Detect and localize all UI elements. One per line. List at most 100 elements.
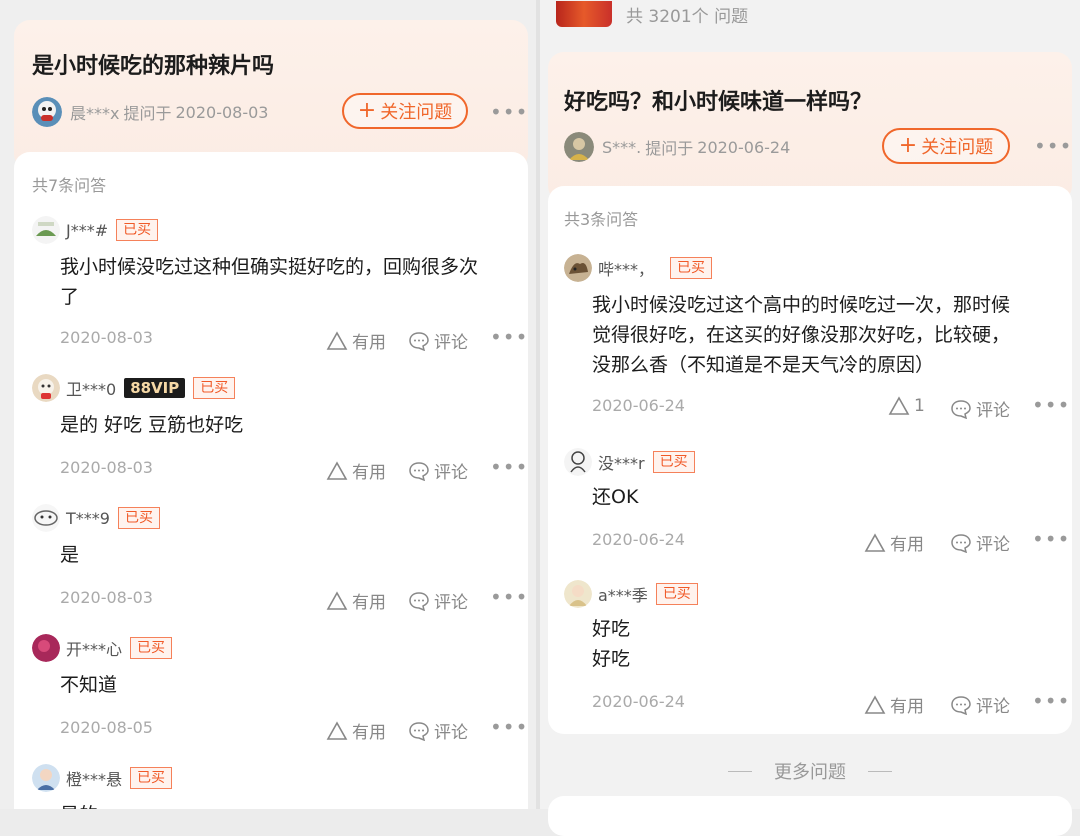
answer-count: 共7条问答 (32, 176, 107, 195)
user-avatar (32, 764, 60, 792)
more-icon[interactable]: ••• (490, 585, 528, 609)
next-question-card (548, 796, 1072, 836)
purchased-badge: 已买 (652, 451, 695, 473)
answer-meta: 2020-08-03 有用 评论 ••• (14, 455, 528, 483)
asker-name: 晨***x (70, 104, 120, 123)
question-title: 是小时候吃的那种辣片吗 (32, 54, 275, 79)
comment-icon (409, 721, 429, 741)
useful-button[interactable]: 有用 (864, 530, 924, 555)
comment-icon (951, 695, 971, 715)
useful-button[interactable]: 有用 (864, 692, 924, 717)
answer-meta: 2020-08-03 有用 评论 ••• (14, 585, 528, 613)
follow-label: 关注问题 (380, 102, 453, 123)
answers-card: 共7条问答 J***# 已买 我小时候没吃过这种但确实挺好吃的，回购很多次 了 … (14, 152, 528, 809)
purchased-badge: 已买 (117, 507, 160, 529)
asked-prefix: 提问于 (645, 139, 694, 158)
thumb-up-triangle-icon (326, 460, 348, 480)
purchased-badge: 已买 (130, 767, 173, 789)
answer-text: 是 (60, 540, 510, 570)
answer-meta: 2020-08-03 有用 评论 ••• (14, 325, 528, 353)
comment-button[interactable]: 评论 (950, 530, 1010, 555)
answer-count: 共3条问答 (564, 210, 639, 229)
more-questions-label: 更多问题 (774, 762, 846, 783)
more-icon[interactable]: ••• (490, 455, 528, 479)
user-avatar (32, 504, 60, 532)
useful-label: 有用 (352, 723, 386, 743)
purchased-badge: 已买 (193, 377, 236, 399)
useful-button[interactable]: 1 (888, 396, 925, 416)
answer-user: T***9 已买 (32, 504, 160, 532)
asker-info: S***. 提问于 2020-06-24 (564, 132, 790, 162)
useful-button[interactable]: 有用 (326, 458, 386, 483)
plus-icon: + (898, 133, 918, 158)
useful-button[interactable]: 有用 (326, 718, 386, 743)
user-name: 哔***， (598, 260, 655, 279)
answer-date: 2020-08-03 (60, 458, 153, 477)
comment-label: 评论 (434, 723, 468, 743)
user-name: 没***r (598, 454, 645, 473)
comment-label: 评论 (976, 535, 1010, 555)
answer-user: 橙***悬 已买 (32, 764, 173, 792)
answer-meta: 2020-06-24 有用 评论 ••• (548, 527, 1072, 555)
answer-user: 没***r 已买 (564, 448, 695, 476)
comment-label: 评论 (434, 463, 468, 483)
follow-question-button[interactable]: + 关注问题 (342, 93, 468, 129)
answer-text-line: 我小时候没吃过这种但确实挺好吃的，回购很多次 (60, 256, 479, 278)
answer-meta: 2020-06-24 1 评论 ••• (548, 393, 1072, 421)
thumb-up-triangle-icon (326, 720, 348, 740)
answer-text: 是的 (60, 800, 510, 809)
comment-icon (951, 533, 971, 553)
answer-user: a***季 已买 (564, 580, 698, 608)
answer-text-line: 好吃 (592, 618, 631, 640)
user-avatar (32, 634, 60, 662)
useful-button[interactable]: 有用 (326, 588, 386, 613)
answer-user: 卫***0 88VIP 已买 (32, 374, 236, 402)
more-icon[interactable]: ••• (1034, 134, 1072, 158)
useful-label: 1 (914, 396, 925, 416)
comment-button[interactable]: 评论 (950, 692, 1010, 717)
comment-icon (951, 399, 971, 419)
user-name: T***9 (66, 508, 110, 528)
comment-label: 评论 (976, 697, 1010, 717)
comment-button[interactable]: 评论 (408, 328, 468, 353)
more-icon[interactable]: ••• (1032, 527, 1070, 551)
answer-user: 开***心 已买 (32, 634, 173, 662)
answer-date: 2020-08-03 (60, 588, 153, 607)
asker-name: S***. (602, 137, 642, 157)
comment-label: 评论 (434, 333, 468, 353)
answer-text-line: 是 (60, 544, 80, 566)
more-icon[interactable]: ••• (490, 715, 528, 739)
asked-date: 2020-06-24 (697, 137, 791, 157)
useful-label: 有用 (352, 463, 386, 483)
answer-text-line: 不知道 (60, 674, 118, 696)
more-icon[interactable]: ••• (1032, 393, 1070, 417)
answer-text-line: 好吃 (592, 648, 631, 670)
purchased-badge: 已买 (130, 637, 173, 659)
follow-question-button[interactable]: + 关注问题 (882, 128, 1010, 164)
user-name: a***季 (598, 586, 648, 605)
useful-button[interactable]: 有用 (326, 328, 386, 353)
comment-button[interactable]: 评论 (408, 718, 468, 743)
answer-text-line: 是的 (60, 800, 510, 809)
answer-text-line: 还OK (592, 486, 639, 508)
product-thumbnail (556, 1, 612, 27)
comment-button[interactable]: 评论 (408, 588, 468, 613)
user-avatar (564, 254, 592, 282)
more-icon[interactable]: ••• (1032, 689, 1070, 713)
comment-button[interactable]: 评论 (950, 396, 1010, 421)
answer-user: J***# 已买 (32, 216, 159, 244)
more-questions-link[interactable]: 更多问题 (700, 758, 920, 784)
more-icon[interactable]: ••• (490, 325, 528, 349)
asker-info: 晨***x 提问于 2020-08-03 (32, 97, 268, 127)
vip-badge: 88VIP (124, 378, 186, 398)
plus-icon: + (357, 98, 377, 123)
comment-button[interactable]: 评论 (408, 458, 468, 483)
answer-text: 我小时候没吃过这种但确实挺好吃的，回购很多次 了 (60, 252, 510, 312)
answer-meta: 2020-08-05 有用 评论 ••• (14, 715, 528, 743)
thumb-up-triangle-icon (864, 532, 886, 552)
thumb-up-triangle-icon (326, 330, 348, 350)
more-icon[interactable]: ••• (490, 100, 528, 124)
user-name: 卫***0 (66, 380, 117, 399)
answer-date: 2020-08-03 (60, 328, 153, 347)
answer-date: 2020-06-24 (592, 396, 685, 415)
